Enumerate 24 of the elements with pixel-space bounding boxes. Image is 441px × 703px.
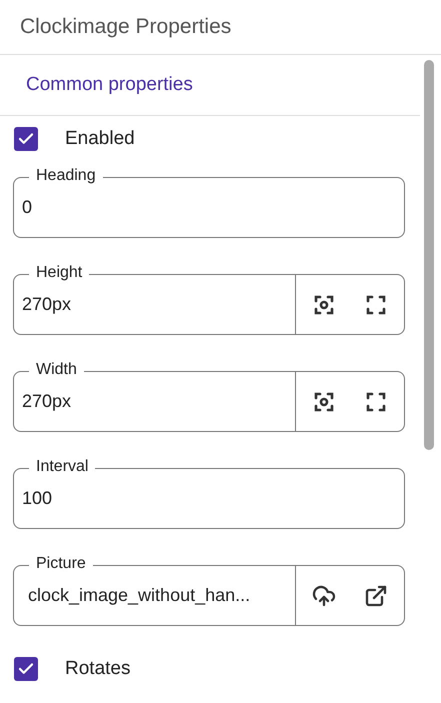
checkbox[interactable] bbox=[14, 127, 38, 151]
fullscreen-icon bbox=[364, 390, 388, 414]
fullscreen-button[interactable] bbox=[364, 292, 388, 316]
field-value: 100 bbox=[21, 487, 54, 510]
upload-button[interactable] bbox=[312, 584, 336, 608]
section-title[interactable]: Common properties bbox=[26, 70, 193, 100]
field-value: 270px bbox=[21, 390, 72, 413]
focus-button[interactable] bbox=[312, 292, 336, 316]
checkbox[interactable] bbox=[14, 657, 38, 681]
field-value: 270px bbox=[21, 293, 72, 316]
panel-title: Clockimage Properties bbox=[20, 14, 232, 40]
checkbox-label: Enabled bbox=[65, 126, 135, 151]
focus-icon bbox=[312, 390, 336, 414]
scrollbar[interactable] bbox=[424, 60, 434, 450]
external-link-icon bbox=[364, 584, 388, 608]
checkbox-label: Rotates bbox=[65, 656, 130, 681]
field-value: 0 bbox=[21, 196, 34, 219]
focus-icon bbox=[312, 292, 336, 316]
open-external-button[interactable] bbox=[364, 584, 388, 608]
focus-button[interactable] bbox=[312, 390, 336, 414]
fullscreen-icon bbox=[364, 292, 388, 316]
cloud-upload-icon bbox=[312, 584, 336, 608]
field-value: clock_image_without_han... bbox=[27, 584, 252, 607]
fullscreen-button[interactable] bbox=[364, 390, 388, 414]
